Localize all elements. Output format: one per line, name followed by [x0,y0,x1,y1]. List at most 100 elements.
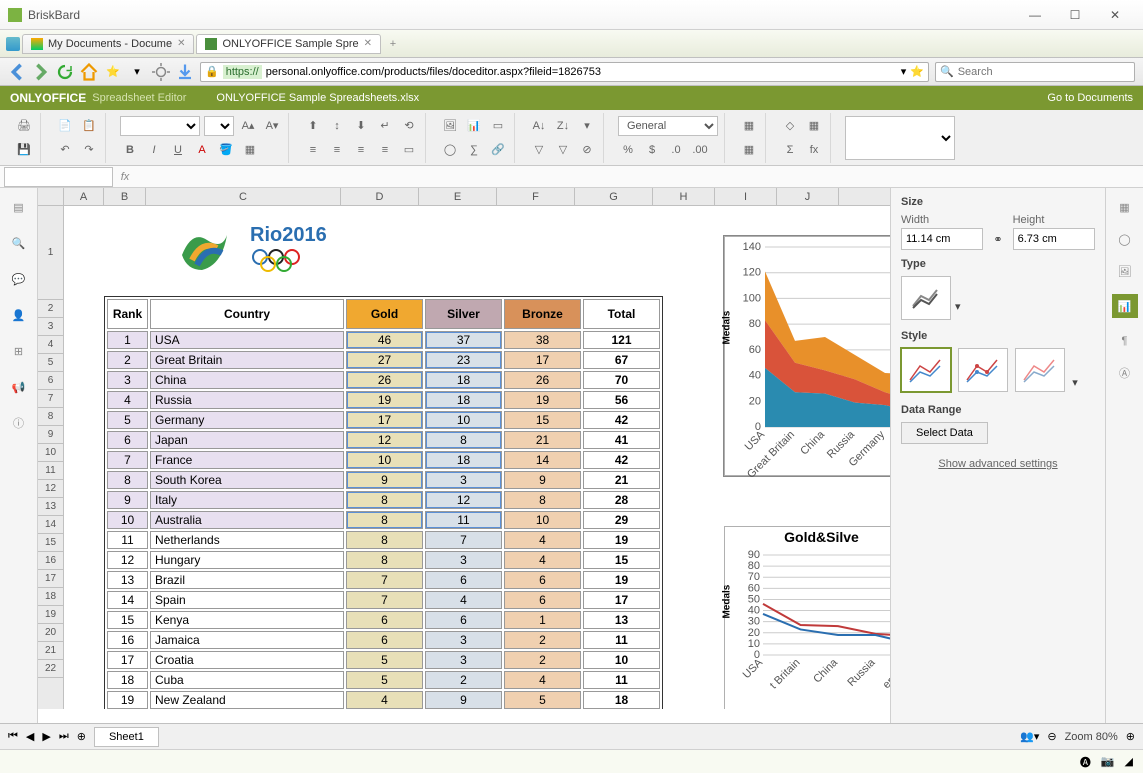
table-settings-icon[interactable]: ▦ [1116,198,1134,216]
table-row[interactable]: 19New Zealand49518 [107,691,660,709]
align-justify-button[interactable]: ≡ [375,140,395,160]
image-button[interactable]: 🖼 [440,116,460,136]
table-row[interactable]: 11Netherlands87419 [107,531,660,549]
zoom-out-button[interactable]: ⊖ [1047,730,1056,743]
filter-dropdown-button[interactable]: ▾ [577,116,597,136]
table-row[interactable]: 6Japan1282141 [107,431,660,449]
users-icon[interactable]: 👥▾ [1020,730,1039,743]
border-button[interactable]: ▦ [240,140,260,160]
header-total[interactable]: Total [583,299,660,329]
percent-button[interactable]: % [618,140,638,160]
table-row[interactable]: 8South Korea93921 [107,471,660,489]
add-sheet-button[interactable]: ⊕ [77,730,86,743]
table-row[interactable]: 16Jamaica63211 [107,631,660,649]
search-icon[interactable]: 🔍 [10,234,28,252]
paste-button[interactable]: 📋 [79,116,99,136]
style-thumb-3[interactable] [1015,348,1065,392]
star-icon[interactable]: ⭐ [910,65,924,78]
chart-line-gold-silver[interactable]: Gold&Silve Medals 0102030405060708090 US… [724,526,890,709]
copy-button[interactable]: 📄 [55,116,75,136]
table-row[interactable]: 15Kenya66113 [107,611,660,629]
clear-button[interactable]: ◇ [780,116,800,136]
chevron-down-icon[interactable]: ▾ [901,65,907,78]
width-input[interactable] [901,228,983,250]
currency-button[interactable]: $ [642,140,662,160]
tab-spreadsheet[interactable]: ONLYOFFICE Sample Spre ✕ [196,34,381,54]
next-sheet-button[interactable]: ▶ [42,730,50,743]
search-bar[interactable]: 🔍 [935,62,1135,82]
equation-button[interactable]: ∑ [464,140,484,160]
col-header[interactable]: B [104,188,146,205]
col-header[interactable]: J [777,188,839,205]
text-settings-icon[interactable]: ¶ [1116,332,1134,350]
textart-settings-icon[interactable]: Ⓐ [1116,364,1134,382]
underline-button[interactable]: U [168,140,188,160]
back-button[interactable] [8,63,26,81]
increase-font-button[interactable]: A▴ [238,116,258,136]
merge-button[interactable]: ▭ [399,140,419,160]
formula-input[interactable] [133,168,1143,186]
medals-table[interactable]: Rank Country Gold Silver Bronze Total 1U… [104,296,663,709]
col-header[interactable]: I [715,188,777,205]
col-header[interactable]: D [341,188,419,205]
file-icon[interactable]: ▤ [10,198,28,216]
image-settings-icon[interactable]: 🖼 [1116,262,1134,280]
shape-button[interactable]: ◯ [440,140,460,160]
comments-icon[interactable]: 💬 [10,270,28,288]
filter-button[interactable]: ▽ [529,140,549,160]
chevron-down-icon[interactable]: ▾ [1072,377,1078,389]
italic-button[interactable]: I [144,140,164,160]
font-color-button[interactable]: A [192,140,212,160]
valign-mid-button[interactable]: ↕ [327,116,347,136]
table-row[interactable]: 2Great Britain27231767 [107,351,660,369]
fontsize-select[interactable] [204,116,234,136]
fill-color-button[interactable]: 🪣 [216,140,236,160]
header-silver[interactable]: Silver [425,299,502,329]
col-header[interactable]: A [64,188,104,205]
download-button[interactable] [176,63,194,81]
close-icon[interactable]: ✕ [177,38,185,49]
col-header[interactable]: C [146,188,341,205]
table-row[interactable]: 3China26182670 [107,371,660,389]
orientation-button[interactable]: ⟲ [399,116,419,136]
shape-settings-icon[interactable]: ◯ [1116,230,1134,248]
table-row[interactable]: 9Italy812828 [107,491,660,509]
chart-area-medals[interactable]: Medals 020406080100120140 USAGreat Brita… [724,236,890,476]
header-gold[interactable]: Gold [346,299,423,329]
url-bar[interactable]: 🔒 https:// ▾ ⭐ [200,62,929,82]
bold-button[interactable]: B [120,140,140,160]
bookmark-button[interactable]: ⭐ [104,63,122,81]
forward-button[interactable] [32,63,50,81]
chart-button[interactable]: 📊 [464,116,484,136]
valign-bot-button[interactable]: ⬇ [351,116,371,136]
textbox-button[interactable]: ▭ [488,116,508,136]
hyperlink-button[interactable]: 🔗 [488,140,508,160]
valign-top-button[interactable]: ⬆ [303,116,323,136]
home-button[interactable] [80,63,98,81]
table-row[interactable]: 4Russia19181956 [107,391,660,409]
plugins-icon[interactable]: ⊞ [10,342,28,360]
prev-sheet-button[interactable]: ◀ [26,730,34,743]
reload-button[interactable] [56,63,74,81]
dropdown-icon[interactable]: ▾ [128,63,146,81]
format-table-button[interactable]: ▦ [804,116,824,136]
header-country[interactable]: Country [150,299,344,329]
col-header[interactable]: E [419,188,497,205]
table-row[interactable]: 17Croatia53210 [107,651,660,669]
delete-cells-button[interactable]: ▦ [739,140,759,160]
font-select[interactable] [120,116,200,136]
select-data-button[interactable]: Select Data [901,422,988,444]
chart-settings-icon[interactable]: 📊 [1112,294,1138,318]
close-button[interactable]: ✕ [1095,1,1135,29]
select-all-corner[interactable] [38,188,64,205]
table-row[interactable]: 18Cuba52411 [107,671,660,689]
link-icon[interactable]: ⚭ [993,233,1002,250]
maximize-button[interactable]: ☐ [1055,1,1095,29]
table-row[interactable]: 5Germany17101542 [107,411,660,429]
table-row[interactable]: 12Hungary83415 [107,551,660,569]
header-rank[interactable]: Rank [107,299,148,329]
table-row[interactable]: 13Brazil76619 [107,571,660,589]
name-box[interactable] [4,167,113,187]
save-button[interactable]: 💾 [14,140,34,160]
feedback-icon[interactable]: 📢 [10,378,28,396]
